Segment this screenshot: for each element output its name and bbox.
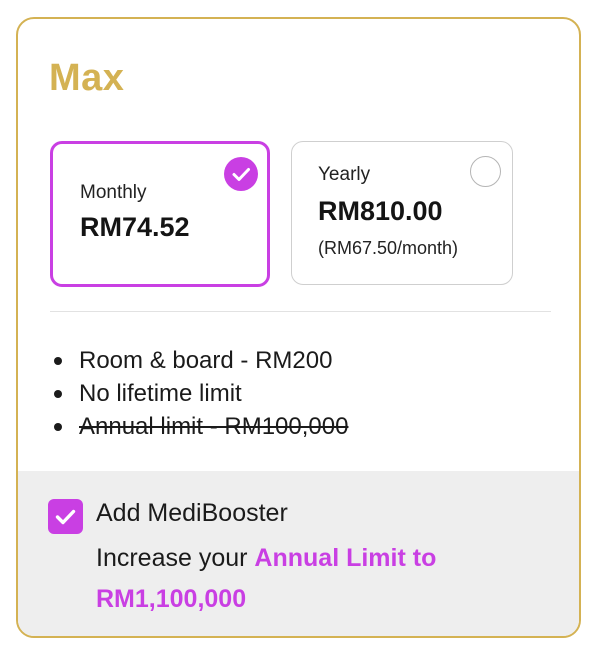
- benefit-item: Room & board - RM200: [52, 344, 348, 377]
- benefits-list: Room & board - RM200 No lifetime limit A…: [52, 344, 348, 443]
- empty-radio-icon[interactable]: [470, 156, 501, 187]
- billing-option-price: RM810.00: [318, 196, 443, 226]
- check-circle-icon[interactable]: [224, 157, 258, 191]
- benefit-text: No lifetime limit: [79, 380, 242, 407]
- checkbox-checked-icon[interactable]: [48, 499, 83, 534]
- benefit-text: Room & board - RM200: [79, 347, 333, 374]
- billing-option-price: RM74.52: [80, 212, 190, 242]
- billing-option-monthly[interactable]: Monthly RM74.52: [50, 141, 270, 287]
- benefit-item-struck: Annual limit - RM100,000: [52, 410, 348, 443]
- checkmark-icon: [55, 509, 76, 525]
- checkmark-icon: [232, 168, 250, 181]
- billing-option-monthly-equivalent: (RM67.50/month): [318, 238, 459, 258]
- addon-description: Increase your Annual Limit to RM1,100,00…: [96, 538, 536, 620]
- divider: [50, 311, 551, 312]
- addon-section: Add MediBooster Increase your Annual Lim…: [18, 471, 579, 636]
- plan-card: Max Monthly RM74.52 Yearly RM810.00 (RM6…: [16, 17, 581, 638]
- billing-option-label: Yearly: [318, 164, 371, 185]
- addon-title: Add MediBooster: [96, 499, 288, 527]
- billing-option-yearly[interactable]: Yearly RM810.00 (RM67.50/month): [291, 141, 513, 285]
- plan-title: Max: [49, 57, 125, 99]
- benefit-item: No lifetime limit: [52, 377, 348, 410]
- benefit-text: Annual limit - RM100,000: [79, 413, 349, 440]
- billing-option-label: Monthly: [80, 182, 147, 203]
- addon-description-prefix: Increase your: [96, 544, 255, 572]
